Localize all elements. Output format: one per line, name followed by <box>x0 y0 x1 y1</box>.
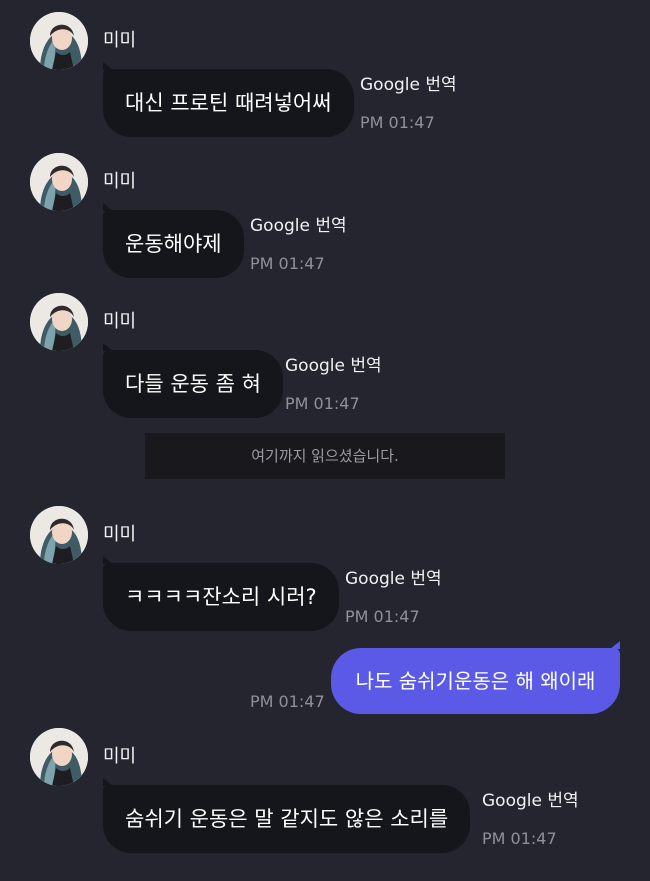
avatar[interactable] <box>30 293 88 351</box>
avatar[interactable] <box>30 728 88 786</box>
avatar[interactable] <box>30 12 88 70</box>
message-bubble[interactable]: 다들 운동 좀 혀 <box>103 343 283 418</box>
my-message-timestamp: PM 01:47 <box>250 692 325 711</box>
message-timestamp: PM 01:47 <box>360 113 435 132</box>
avatar[interactable] <box>30 153 88 211</box>
message-bubble[interactable]: 대신 프로틴 때려넣어써 <box>103 62 354 137</box>
profile-photo-icon <box>30 293 88 351</box>
google-translate-link[interactable]: Google 번역 <box>250 215 347 237</box>
google-translate-link[interactable]: Google 번역 <box>482 790 579 812</box>
my-message-bubble[interactable]: 나도 숨쉬기운동은 해 왜이래 <box>331 641 620 714</box>
message-timestamp: PM 01:47 <box>250 254 325 273</box>
message-timestamp: PM 01:47 <box>285 394 360 413</box>
profile-photo-icon <box>30 506 88 564</box>
message-bubble[interactable]: ㅋㅋㅋㅋ잔소리 시러? <box>103 556 339 631</box>
message-timestamp: PM 01:47 <box>482 829 557 848</box>
message-bubble[interactable]: 숨쉬기 운동은 말 같지도 않은 소리를 <box>103 778 471 853</box>
sender-name: 미미 <box>103 311 137 332</box>
profile-photo-icon <box>30 153 88 211</box>
avatar[interactable] <box>30 506 88 564</box>
message-bubble[interactable]: 운동해야제 <box>103 203 244 278</box>
google-translate-link[interactable]: Google 번역 <box>360 74 457 96</box>
read-marker: 여기까지 읽으셨습니다. <box>145 433 505 479</box>
google-translate-link[interactable]: Google 번역 <box>285 355 382 377</box>
message-timestamp: PM 01:47 <box>345 607 420 626</box>
sender-name: 미미 <box>103 30 137 51</box>
profile-photo-icon <box>30 728 88 786</box>
profile-photo-icon <box>30 12 88 70</box>
sender-name: 미미 <box>103 746 137 767</box>
sender-name: 미미 <box>103 524 137 545</box>
sender-name: 미미 <box>103 171 137 192</box>
google-translate-link[interactable]: Google 번역 <box>345 568 442 590</box>
